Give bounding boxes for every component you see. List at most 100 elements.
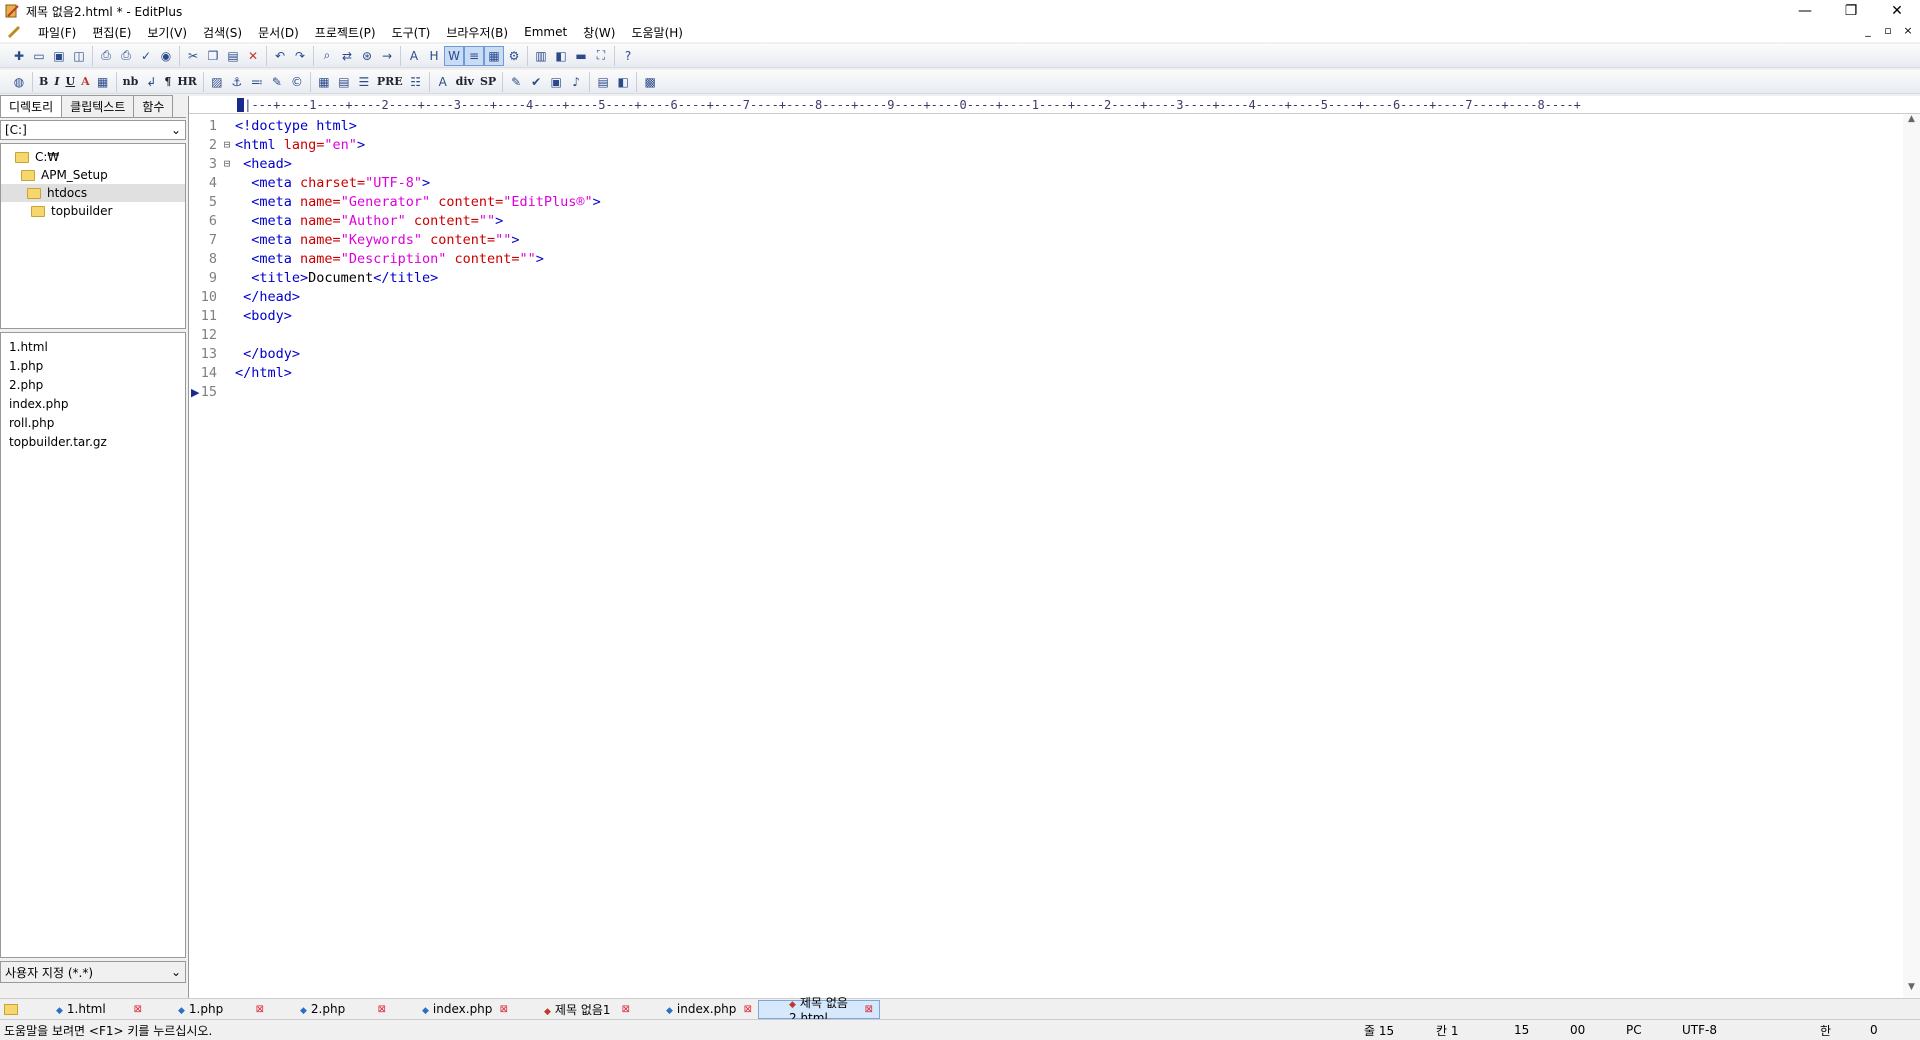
menu-tools[interactable]: 도구(T) bbox=[384, 24, 439, 41]
settings-gear-icon[interactable]: ⚙ bbox=[504, 46, 524, 66]
document-tab[interactable]: ◆ 1.php ⊠ bbox=[148, 1000, 270, 1019]
code-line[interactable]: 4 <meta charset="UTF-8"> bbox=[189, 173, 1920, 192]
status-encoding[interactable]: UTF-8 bbox=[1678, 1023, 1816, 1037]
cut-icon[interactable]: ✂ bbox=[183, 46, 203, 66]
close-button[interactable]: ✕ bbox=[1874, 0, 1920, 22]
copyright-icon[interactable]: © bbox=[287, 72, 307, 92]
menu-help[interactable]: 도움말(H) bbox=[623, 24, 691, 41]
template-icon[interactable]: ▤ bbox=[593, 72, 613, 92]
fullscreen-icon[interactable]: ⛶ bbox=[591, 46, 611, 66]
menu-edit[interactable]: 편집(E) bbox=[84, 24, 139, 41]
open-folder-icon[interactable]: ▭ bbox=[29, 46, 49, 66]
list-icon[interactable]: ☷ bbox=[406, 72, 426, 92]
close-tab-icon[interactable]: ⊠ bbox=[134, 1004, 142, 1015]
mdi-restore-button[interactable]: ▫ bbox=[1880, 24, 1896, 37]
tree-item[interactable]: APM_Setup bbox=[1, 166, 185, 184]
span-button[interactable]: SP bbox=[477, 72, 499, 92]
tab-cliptext[interactable]: 클립텍스트 bbox=[61, 95, 135, 117]
nbsp-button[interactable]: nb bbox=[120, 72, 142, 92]
word-wrap-icon[interactable]: W bbox=[444, 45, 464, 66]
line-number-icon[interactable]: ≡ bbox=[464, 45, 484, 66]
code-line[interactable]: 5 <meta name="Generator" content="EditPl… bbox=[189, 192, 1920, 211]
tab-directory[interactable]: 디렉토리 bbox=[0, 95, 63, 117]
paste-icon[interactable]: ▤ bbox=[223, 46, 243, 66]
print-preview-icon[interactable]: ⎙ bbox=[96, 46, 116, 66]
document-tab[interactable]: ◆ index.php ⊠ bbox=[392, 1000, 514, 1019]
browser-globe-icon[interactable]: ◍ bbox=[9, 72, 29, 92]
save-icon[interactable]: ▣ bbox=[49, 46, 69, 66]
code-line[interactable]: 2 ⊟ <html lang="en"> bbox=[189, 135, 1920, 154]
font-icon[interactable]: A bbox=[404, 46, 424, 66]
code-text[interactable]: <meta charset="UTF-8"> bbox=[235, 175, 430, 191]
anchor-icon[interactable]: ⚓ bbox=[227, 72, 247, 92]
file-item[interactable]: 1.html bbox=[1, 337, 185, 356]
tree-item[interactable]: C:₩ bbox=[1, 148, 185, 166]
code-line[interactable]: 7 <meta name="Keywords" content=""> bbox=[189, 230, 1920, 249]
preview-icon[interactable]: ◉ bbox=[156, 46, 176, 66]
window-tile-icon[interactable]: ▥ bbox=[531, 46, 551, 66]
code-line[interactable]: 3 ⊟ <head> bbox=[189, 154, 1920, 173]
minimize-button[interactable]: — bbox=[1782, 0, 1828, 22]
line-break-icon[interactable]: ↲ bbox=[141, 72, 161, 92]
file-item[interactable]: index.php bbox=[1, 394, 185, 413]
goto-line-icon[interactable]: → bbox=[377, 46, 397, 66]
save-all-icon[interactable]: ◫ bbox=[69, 46, 89, 66]
menu-browser[interactable]: 브라우저(B) bbox=[438, 24, 516, 41]
pre-button[interactable]: PRE bbox=[374, 72, 406, 92]
close-tab-icon[interactable]: ⊠ bbox=[256, 1004, 264, 1015]
spell-check-icon[interactable]: ✓ bbox=[136, 46, 156, 66]
folder-icon[interactable] bbox=[4, 1003, 18, 1015]
code-text[interactable]: </body> bbox=[235, 346, 300, 362]
center-icon[interactable]: ☰ bbox=[354, 72, 374, 92]
scroll-down-icon[interactable]: ▼ bbox=[1903, 982, 1920, 998]
italic-button[interactable]: I bbox=[51, 72, 62, 92]
code-editor[interactable]: |---+----1----+----2----+----3----+----4… bbox=[188, 96, 1920, 998]
file-list[interactable]: 1.html 1.php 2.php index.php roll.php to… bbox=[0, 332, 186, 958]
code-line[interactable]: 11 <body> bbox=[189, 306, 1920, 325]
find-in-files-icon[interactable]: ⊛ bbox=[357, 46, 377, 66]
document-tab[interactable]: ◆ index.php ⊠ bbox=[636, 1000, 758, 1019]
file-item[interactable]: topbuilder.tar.gz bbox=[1, 432, 185, 451]
document-tab[interactable]: ◆ 제목 없음1 ⊠ bbox=[514, 1000, 636, 1019]
validate-icon[interactable]: ✔ bbox=[526, 72, 546, 92]
code-line[interactable]: 10 </head> bbox=[189, 287, 1920, 306]
menu-view[interactable]: 보기(V) bbox=[139, 24, 195, 41]
file-item[interactable]: roll.php bbox=[1, 413, 185, 432]
close-tab-icon[interactable]: ⊠ bbox=[622, 1004, 630, 1015]
redo-icon[interactable]: ↷ bbox=[290, 46, 310, 66]
output-window-icon[interactable]: ▬ bbox=[571, 46, 591, 66]
directory-tree[interactable]: C:₩ APM_Setup htdocs topbuilder bbox=[0, 143, 186, 329]
file-item[interactable]: 1.php bbox=[1, 356, 185, 375]
menu-window[interactable]: 창(W) bbox=[575, 24, 623, 41]
hex-icon[interactable]: H bbox=[424, 46, 444, 66]
restore-button[interactable]: ❐ bbox=[1828, 0, 1874, 22]
code-line[interactable]: 8 <meta name="Description" content=""> bbox=[189, 249, 1920, 268]
code-line[interactable]: 12 bbox=[189, 325, 1920, 344]
horizontal-rule-button[interactable]: HR bbox=[174, 72, 200, 92]
close-tab-icon[interactable]: ⊠ bbox=[865, 1004, 873, 1015]
scroll-up-icon[interactable]: ▲ bbox=[1903, 114, 1920, 130]
table-icon[interactable]: ▦ bbox=[314, 72, 334, 92]
menu-file[interactable]: 파일(F) bbox=[30, 24, 84, 41]
code-text[interactable]: <title>Document</title> bbox=[235, 270, 438, 286]
code-line[interactable]: 9 <title>Document</title> bbox=[189, 268, 1920, 287]
code-line[interactable]: 6 <meta name="Author" content=""> bbox=[189, 211, 1920, 230]
div-button[interactable]: div bbox=[453, 72, 477, 92]
underline-button[interactable]: U bbox=[62, 72, 78, 92]
close-tab-icon[interactable]: ⊠ bbox=[378, 1004, 386, 1015]
code-text[interactable]: <meta name="Author" content=""> bbox=[235, 213, 503, 229]
delete-icon[interactable]: ✕ bbox=[243, 46, 263, 66]
css-icon[interactable]: ✎ bbox=[506, 72, 526, 92]
colorful-grid-icon[interactable]: ▩ bbox=[640, 72, 660, 92]
tree-item-selected[interactable]: htdocs bbox=[1, 184, 185, 202]
fold-toggle-icon[interactable]: ⊟ bbox=[219, 138, 235, 151]
code-line[interactable]: 15 bbox=[189, 382, 1920, 401]
drive-select[interactable]: [C:] ⌄ bbox=[0, 120, 186, 140]
file-item[interactable]: 2.php bbox=[1, 375, 185, 394]
help-icon[interactable]: ? bbox=[618, 46, 638, 66]
code-line[interactable]: 1 <!doctype html> bbox=[189, 116, 1920, 135]
close-tab-icon[interactable]: ⊠ bbox=[500, 1004, 508, 1015]
file-filter-select[interactable]: 사용자 지정 (*.*) ⌄ bbox=[0, 961, 186, 983]
menu-search[interactable]: 검색(S) bbox=[195, 24, 250, 41]
bold-button[interactable]: B bbox=[36, 72, 51, 92]
